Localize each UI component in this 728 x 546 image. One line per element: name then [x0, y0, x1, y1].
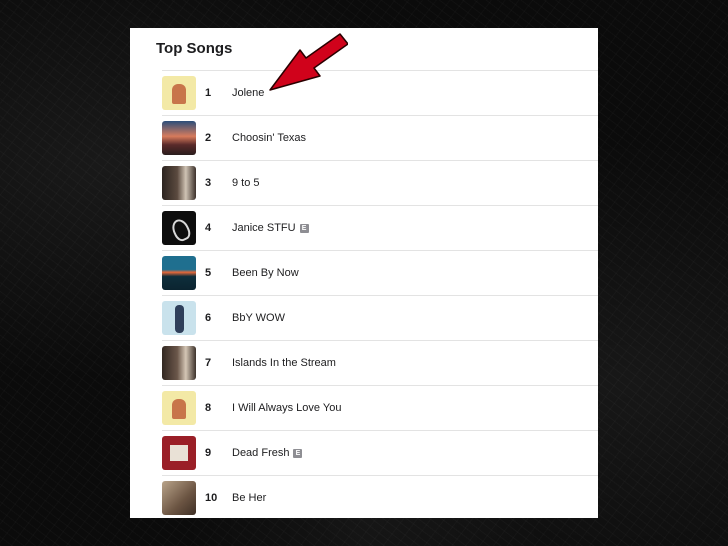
- song-row[interactable]: 9 Dead Fresh E: [162, 430, 598, 475]
- song-title[interactable]: Been By Now: [232, 267, 299, 279]
- i-will-always-love-you-album-art-icon[interactable]: [162, 391, 196, 425]
- choosin-texas-album-art-icon[interactable]: [162, 121, 196, 155]
- song-row[interactable]: 1 Jolene: [162, 70, 598, 115]
- song-row[interactable]: 8 I Will Always Love You: [162, 385, 598, 430]
- explicit-badge-icon: E: [299, 224, 309, 233]
- red-arrow-annotation-icon: [269, 33, 348, 91]
- song-row[interactable]: 2 Choosin' Texas: [162, 115, 598, 160]
- song-rank: 4: [205, 222, 212, 234]
- song-row[interactable]: 7 Islands In the Stream: [162, 340, 598, 385]
- jolene-album-art-icon[interactable]: [162, 76, 196, 110]
- islands-in-the-stream-album-art-icon[interactable]: [162, 346, 196, 380]
- song-title[interactable]: Janice STFU E: [232, 222, 309, 234]
- dead-fresh-album-art-icon[interactable]: [162, 436, 196, 470]
- song-title[interactable]: Islands In the Stream: [232, 357, 336, 369]
- bby-wow-album-art-icon[interactable]: [162, 301, 196, 335]
- section-title: Top Songs: [156, 40, 233, 57]
- song-row[interactable]: 6 BbY WOW: [162, 295, 598, 340]
- song-row[interactable]: 10 Be Her: [162, 475, 598, 518]
- song-rank: 1: [205, 87, 212, 99]
- be-her-album-art-icon[interactable]: [162, 481, 196, 515]
- song-rank: 7: [205, 357, 212, 369]
- song-rank: 8: [205, 402, 212, 414]
- song-title[interactable]: Jolene: [232, 87, 264, 99]
- song-rank: 2: [205, 132, 212, 144]
- song-row[interactable]: 5 Been By Now: [162, 250, 598, 295]
- song-title[interactable]: Be Her: [232, 492, 266, 504]
- song-title[interactable]: Choosin' Texas: [232, 132, 306, 144]
- song-rank: 3: [205, 177, 212, 189]
- song-rank: 6: [205, 312, 212, 324]
- song-rank: 5: [205, 267, 212, 279]
- song-row[interactable]: 4 Janice STFU E: [162, 205, 598, 250]
- top-songs-panel: Top Songs 1 Jolene 2 Choosin' Texas 3 9 …: [130, 28, 598, 518]
- explicit-badge-icon: E: [293, 449, 303, 458]
- song-title[interactable]: Dead Fresh E: [232, 447, 303, 459]
- song-title[interactable]: 9 to 5: [232, 177, 260, 189]
- song-rank: 10: [205, 492, 218, 504]
- song-title[interactable]: BbY WOW: [232, 312, 285, 324]
- been-by-now-album-art-icon[interactable]: [162, 256, 196, 290]
- janice-stfu-album-art-icon[interactable]: [162, 211, 196, 245]
- song-title[interactable]: I Will Always Love You: [232, 402, 341, 414]
- song-rank: 9: [205, 447, 212, 459]
- song-row[interactable]: 3 9 to 5: [162, 160, 598, 205]
- 9-to-5-album-art-icon[interactable]: [162, 166, 196, 200]
